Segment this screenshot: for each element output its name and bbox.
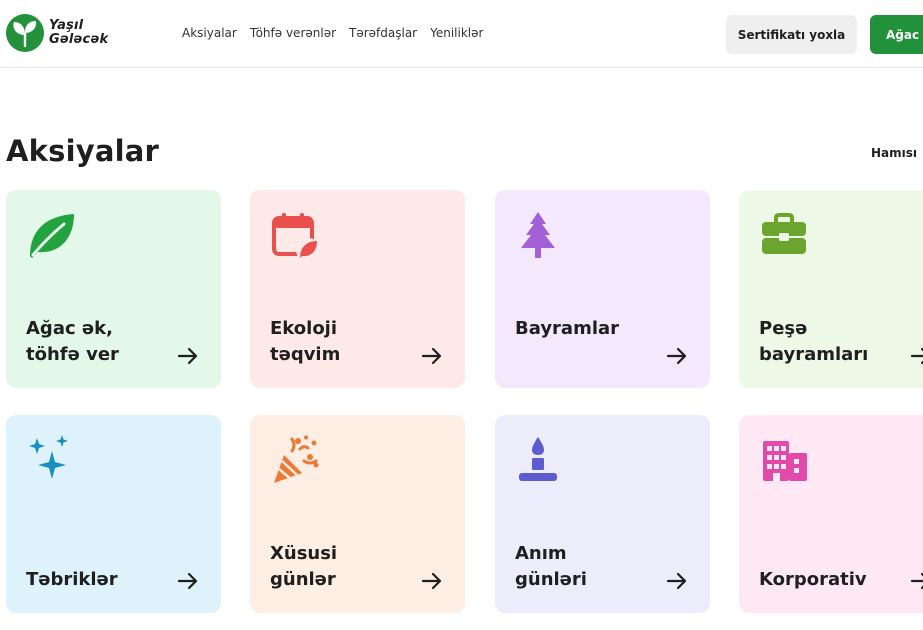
buildings-icon [763,441,807,481]
card-label: Anım günləri [515,541,665,593]
sprout-logo-icon [6,14,44,52]
card-label-line-2: töhfə ver [26,344,119,365]
card-label: Ekoloji təqvim [270,316,420,368]
card-label: Xüsusi günlər [270,541,420,593]
arrow-right-icon [177,347,198,365]
card-label-line-2: təqvim [270,344,341,365]
check-certificate-button[interactable]: Sertifikatı yoxla [726,15,857,54]
nav-item-aksiyalar[interactable]: Aksiyalar [182,26,237,40]
card-label: Bayramlar [515,316,665,342]
card-label-line-1: Ekoloji [270,318,338,339]
card-label-line-2: Korporativ [759,569,867,590]
arrow-right-icon [421,347,442,365]
card-label-line-1: Anım [515,543,567,564]
tree-icon [521,212,555,258]
see-all-link[interactable]: Hamısı [871,146,917,160]
arrow-right-icon [910,572,923,590]
card-plant-tree[interactable]: Ağac ək, töhfə ver [6,190,221,388]
card-professional-holidays[interactable]: Peşə bayramları [739,190,923,388]
arrow-right-icon [421,572,442,590]
party-popper-icon [274,435,319,483]
card-label: Təbriklər [26,567,176,593]
arrow-right-icon [666,572,687,590]
card-eco-calendar[interactable]: Ekoloji təqvim [250,190,465,388]
plant-tree-button[interactable]: Ağac ək [870,15,923,54]
site-header: Yaşıl Gələcək Aksiyalar Töhfə verənlər T… [0,0,923,68]
brand-line-1: Yaşıl [49,18,84,33]
card-holidays[interactable]: Bayramlar [495,190,710,388]
card-label-line-2: Bayramlar [515,318,620,339]
arrow-right-icon [910,347,923,365]
sparkles-icon [29,435,68,479]
brand-line-2: Gələcək [49,32,109,47]
briefcase-icon [762,213,806,254]
nav-item-tohfe-verenler[interactable]: Töhfə verənlər [250,26,336,40]
main-nav: Aksiyalar Töhfə verənlər Tərəfdaşlar Yen… [182,26,496,40]
card-label: Korporativ [759,567,909,593]
card-memorial-days[interactable]: Anım günləri [495,415,710,613]
candle-icon [519,437,557,481]
card-label-line-1: Peşə [759,318,808,339]
nav-item-terefdaslar[interactable]: Tərəfdaşlar [349,26,417,40]
card-congratulations[interactable]: Təbriklər [6,415,221,613]
page-title: Aksiyalar [6,134,160,168]
card-special-days[interactable]: Xüsusi günlər [250,415,465,613]
card-label: Peşə bayramları [759,316,909,368]
card-label-line-2: günləri [515,569,587,590]
card-corporate[interactable]: Korporativ [739,415,923,613]
brand-wordmark: Yaşıl Gələcək [49,19,108,47]
card-label-line-2: günlər [270,569,336,590]
card-label-line-1: Ağac ək, [26,318,113,339]
brand-logo[interactable]: Yaşıl Gələcək [5,13,125,55]
arrow-right-icon [177,572,198,590]
card-label-line-1: Xüsusi [270,543,338,564]
card-label-line-2: Təbriklər [26,569,118,590]
arrow-right-icon [666,347,687,365]
leaf-icon [30,214,74,258]
card-label-line-2: bayramları [759,344,869,365]
card-label: Ağac ək, töhfə ver [26,316,176,368]
calendar-leaf-icon [272,213,320,262]
nav-item-yenilikler[interactable]: Yeniliklər [430,26,483,40]
